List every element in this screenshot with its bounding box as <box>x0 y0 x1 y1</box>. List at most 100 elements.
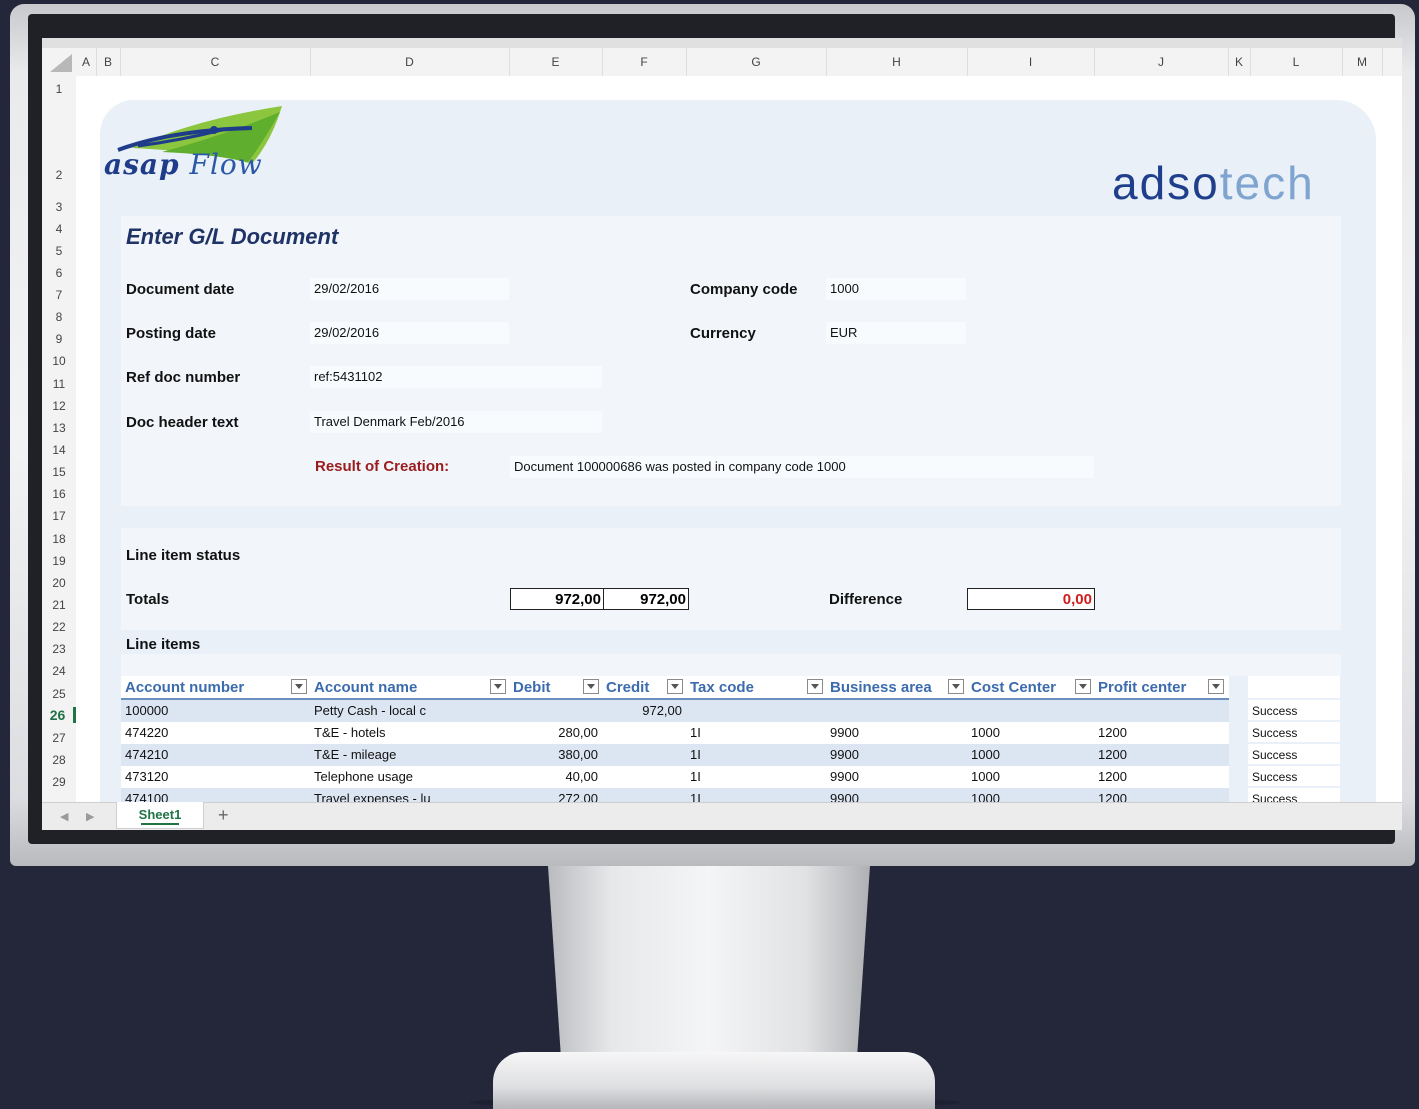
cell-account-name[interactable]: Petty Cash - local c <box>314 700 509 722</box>
column-header-c[interactable]: C <box>120 48 311 76</box>
cell-business-area[interactable] <box>830 700 967 722</box>
header-account-name[interactable]: Account name <box>310 676 509 698</box>
row-header-29[interactable]: 29 <box>42 775 76 789</box>
ref-doc-number-field[interactable]: ref:5431102 <box>310 366 602 388</box>
filter-dropdown-icon[interactable] <box>1208 679 1224 694</box>
column-header-e[interactable]: E <box>509 48 603 76</box>
row-header-6[interactable]: 6 <box>42 266 76 280</box>
cell-account-name[interactable]: T&E - hotels <box>314 722 509 744</box>
cell-business-area[interactable]: 9900 <box>830 766 967 788</box>
header-credit[interactable]: Credit <box>602 676 686 698</box>
cell-account-number[interactable]: 474220 <box>125 722 310 744</box>
doc-header-text-field[interactable]: Travel Denmark Feb/2016 <box>310 411 602 433</box>
row-header-10[interactable]: 10 <box>42 354 76 368</box>
filter-dropdown-icon[interactable] <box>1075 679 1091 694</box>
row-header-27[interactable]: 27 <box>42 731 76 745</box>
cell-debit[interactable]: 380,00 <box>509 744 602 766</box>
cell-tax-code[interactable]: 1I <box>690 744 826 766</box>
row-header-11[interactable]: 11 <box>42 377 76 391</box>
column-header-m[interactable]: M <box>1342 48 1383 76</box>
header-account-number[interactable]: Account number <box>121 676 310 698</box>
cell-tax-code[interactable] <box>690 700 826 722</box>
row-header-21[interactable]: 21 <box>42 598 76 612</box>
cell-account-number[interactable]: 100000 <box>125 700 310 722</box>
cell-profit-center[interactable]: 1200 <box>1098 766 1229 788</box>
row-header-15[interactable]: 15 <box>42 465 76 479</box>
cell-cost-center[interactable]: 1000 <box>971 766 1094 788</box>
filter-dropdown-icon[interactable] <box>807 679 823 694</box>
row-header-14[interactable]: 14 <box>42 443 76 457</box>
cell-business-area[interactable]: 9900 <box>830 744 967 766</box>
cell-credit[interactable] <box>602 744 686 766</box>
row-header-17[interactable]: 17 <box>42 509 76 523</box>
row-header-7[interactable]: 7 <box>42 288 76 302</box>
column-header-b[interactable]: B <box>96 48 121 76</box>
next-sheet-icon[interactable]: ▶ <box>86 810 94 823</box>
cell-account-name[interactable]: Telephone usage <box>314 766 509 788</box>
header-business-area[interactable]: Business area <box>826 676 967 698</box>
row-header-13[interactable]: 13 <box>42 421 76 435</box>
cell-cost-center[interactable]: 1000 <box>971 744 1094 766</box>
column-header-j[interactable]: J <box>1094 48 1229 76</box>
row-header-19[interactable]: 19 <box>42 554 76 568</box>
filter-dropdown-icon[interactable] <box>667 679 683 694</box>
row-header-8[interactable]: 8 <box>42 310 76 324</box>
sheet-grid[interactable]: asap Flow adsotech Enter G/L Document Do… <box>76 76 1402 808</box>
document-date-field[interactable]: 29/02/2016 <box>310 278 509 300</box>
row-header-28[interactable]: 28 <box>42 753 76 767</box>
prev-sheet-icon[interactable]: ◀ <box>60 810 68 823</box>
row-header-23[interactable]: 23 <box>42 642 76 656</box>
row-header-18[interactable]: 18 <box>42 532 76 546</box>
cell-credit[interactable] <box>602 766 686 788</box>
column-header-a[interactable]: A <box>76 48 97 76</box>
column-header-l[interactable]: L <box>1250 48 1343 76</box>
cell-profit-center[interactable]: 1200 <box>1098 722 1229 744</box>
posting-date-field[interactable]: 29/02/2016 <box>310 322 509 344</box>
company-code-field[interactable]: 1000 <box>826 278 966 300</box>
column-header-g[interactable]: G <box>686 48 827 76</box>
row-header-1[interactable]: 1 <box>42 82 76 96</box>
filter-dropdown-icon[interactable] <box>490 679 506 694</box>
row-header-2[interactable]: 2 <box>42 168 76 182</box>
row-header-4[interactable]: 4 <box>42 222 76 236</box>
row-header-12[interactable]: 12 <box>42 399 76 413</box>
row-header-3[interactable]: 3 <box>42 200 76 214</box>
column-header-d[interactable]: D <box>310 48 510 76</box>
filter-dropdown-icon[interactable] <box>291 679 307 694</box>
cell-profit-center[interactable] <box>1098 700 1229 722</box>
row-header-9[interactable]: 9 <box>42 332 76 346</box>
cell-debit[interactable]: 40,00 <box>509 766 602 788</box>
row-header-26-selected[interactable]: 26 <box>42 707 76 723</box>
header-debit[interactable]: Debit <box>509 676 602 698</box>
row-header-25[interactable]: 25 <box>42 687 76 701</box>
column-header-f[interactable]: F <box>602 48 687 76</box>
select-all-button[interactable] <box>42 48 76 76</box>
table-row[interactable]: 474220 T&E - hotels 280,00 1I 9900 1000 … <box>121 722 1229 744</box>
filter-dropdown-icon[interactable] <box>948 679 964 694</box>
cell-credit[interactable]: 972,00 <box>602 700 686 722</box>
row-header-20[interactable]: 20 <box>42 576 76 590</box>
cell-debit[interactable] <box>509 700 602 722</box>
cell-cost-center[interactable] <box>971 700 1094 722</box>
table-row[interactable]: 473120 Telephone usage 40,00 1I 9900 100… <box>121 766 1229 788</box>
cell-credit[interactable] <box>602 722 686 744</box>
cell-account-number[interactable]: 474210 <box>125 744 310 766</box>
column-header-h[interactable]: H <box>826 48 968 76</box>
cell-account-name[interactable]: T&E - mileage <box>314 744 509 766</box>
sheet-tab-sheet1[interactable]: Sheet1 <box>116 802 204 829</box>
cell-account-number[interactable]: 473120 <box>125 766 310 788</box>
add-sheet-button[interactable]: + <box>218 805 229 826</box>
header-profit-center[interactable]: Profit center <box>1094 676 1229 698</box>
column-header-i[interactable]: I <box>967 48 1095 76</box>
table-row[interactable]: 474210 T&E - mileage 380,00 1I 9900 1000… <box>121 744 1229 766</box>
table-row[interactable]: 100000 Petty Cash - local c 972,00 <box>121 700 1229 722</box>
row-header-5[interactable]: 5 <box>42 244 76 258</box>
row-header-22[interactable]: 22 <box>42 620 76 634</box>
cell-business-area[interactable]: 9900 <box>830 722 967 744</box>
header-cost-center[interactable]: Cost Center <box>967 676 1094 698</box>
cell-cost-center[interactable]: 1000 <box>971 722 1094 744</box>
header-tax-code[interactable]: Tax code <box>686 676 826 698</box>
cell-debit[interactable]: 280,00 <box>509 722 602 744</box>
row-header-16[interactable]: 16 <box>42 487 76 501</box>
currency-field[interactable]: EUR <box>826 322 966 344</box>
